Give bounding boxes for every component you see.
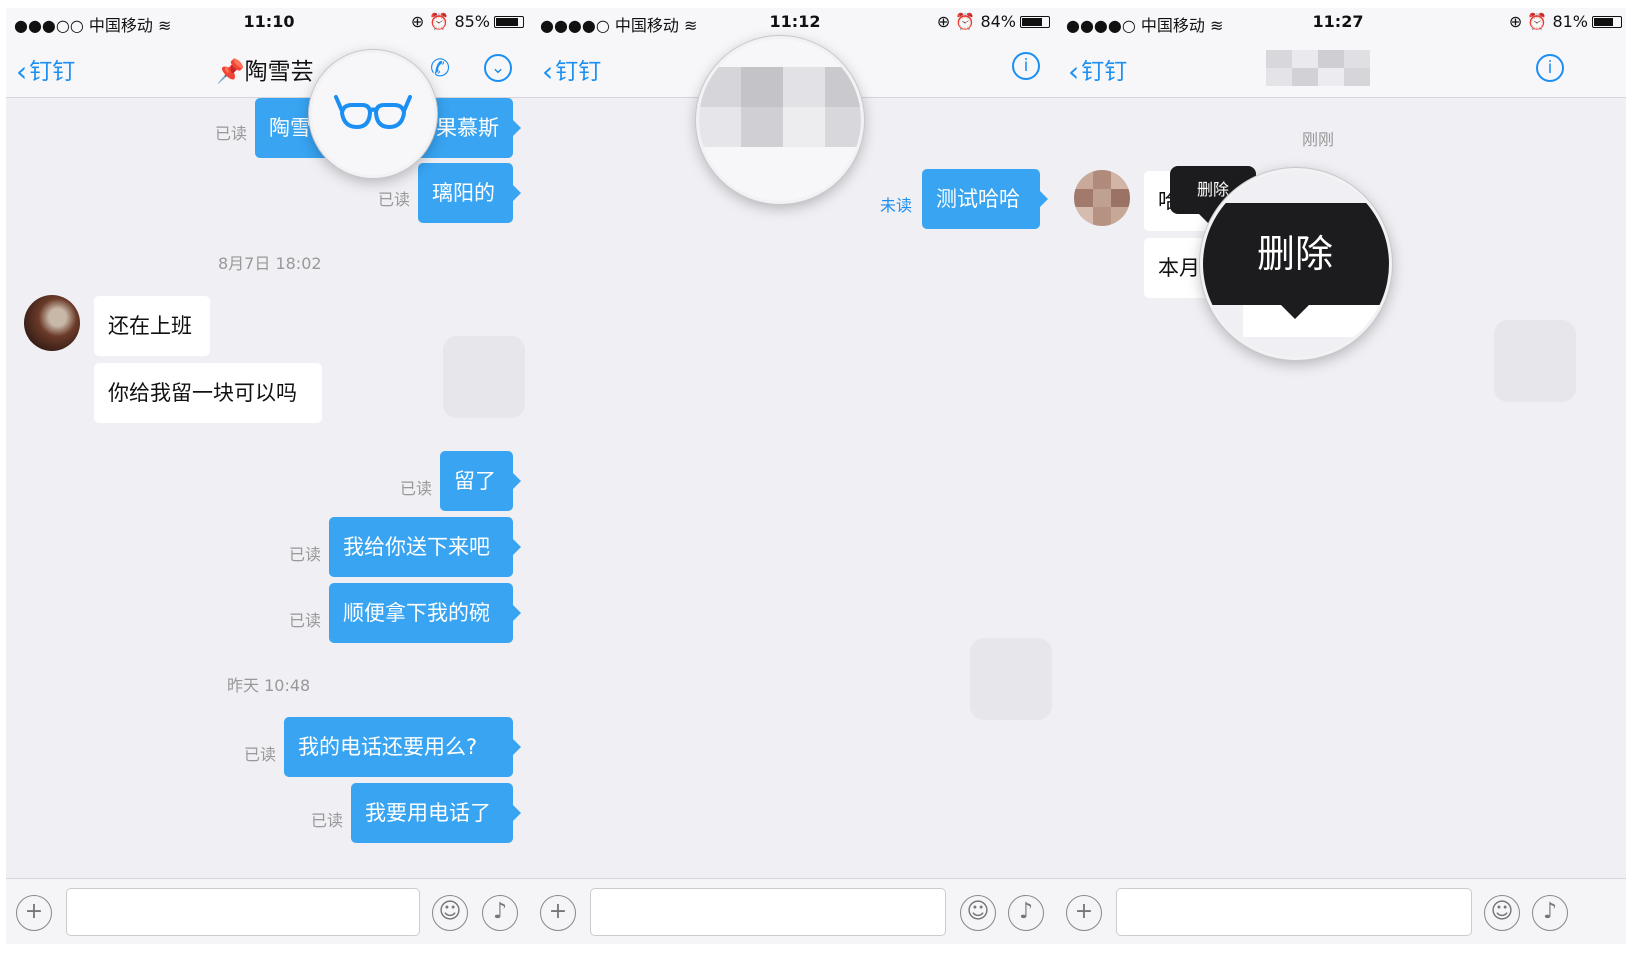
emoji-icon[interactable]: ☺	[960, 895, 996, 931]
back-label: 钉钉	[555, 59, 602, 85]
info-icon[interactable]: i	[1536, 54, 1564, 82]
magnifier-lens	[696, 36, 864, 204]
battery-percent: 84%	[980, 12, 1016, 31]
alarm-icon: ⏰	[429, 12, 450, 31]
chat-title: 陶雪芸	[244, 59, 314, 85]
battery-icon	[1020, 16, 1050, 28]
emoji-icon[interactable]: ☺	[432, 895, 468, 931]
message-input[interactable]	[590, 888, 946, 936]
message-bubble-out[interactable]: 测试哈哈	[922, 169, 1048, 229]
chat-screen-1: ●●●○○ 中国移动 ≋ 11:10 ⊕ ⏰ 85% ‹钉钉 📌陶雪芸 ✆ ⌄ …	[6, 8, 532, 944]
nav-bar: ‹钉钉 i	[1058, 38, 1626, 98]
orientation-lock-icon: ⊕	[410, 12, 425, 31]
chat-timestamp: 昨天 10:48	[227, 676, 311, 695]
chevron-down-circle-icon[interactable]: ⌄	[484, 54, 512, 82]
read-status: 已读	[244, 745, 277, 764]
magnifier-lens	[309, 50, 437, 178]
avatar[interactable]	[1074, 170, 1130, 226]
input-bar: + ☺ ♪	[532, 878, 1058, 944]
message-bubble-out[interactable]: 留了	[440, 451, 521, 511]
chat-timestamp: 8月7日 18:02	[218, 254, 322, 273]
chevron-left-icon: ‹	[16, 55, 28, 88]
pin-icon: 📌	[216, 59, 245, 85]
unread-status: 未读	[880, 196, 913, 215]
status-bar: ●●●●○ 中国移动 ≋ 11:27 ⊕ ⏰ 81%	[1058, 8, 1626, 38]
message-text: 陶雪	[269, 116, 311, 140]
message-bubble-out[interactable]: 我的电话还要用么?	[284, 717, 521, 777]
chevron-left-icon: ‹	[542, 55, 554, 88]
read-status: 已读	[289, 611, 322, 630]
plus-icon[interactable]: +	[16, 895, 52, 931]
message-bubble-out[interactable]: 璃阳的	[418, 163, 521, 223]
emoji-icon[interactable]: ☺	[1484, 895, 1520, 931]
read-status: 已读	[311, 811, 344, 830]
plus-icon[interactable]: +	[1066, 895, 1102, 931]
battery-percent: 85%	[454, 12, 490, 31]
phone-icon[interactable]: ✆	[430, 54, 450, 82]
input-bar: + ☺ ♪	[6, 878, 532, 944]
read-status: 已读	[378, 190, 411, 209]
status-bar: ●●●○○ 中国移动 ≋ 11:10 ⊕ ⏰ 85%	[6, 8, 532, 38]
back-label: 钉钉	[29, 59, 76, 85]
read-status: 已读	[215, 124, 248, 143]
message-text-tail: 果慕斯	[436, 116, 499, 140]
message-bubble-in[interactable]: 还在上班	[94, 296, 210, 356]
pixelated-title	[699, 67, 861, 147]
back-button[interactable]: ‹钉钉	[542, 52, 601, 88]
delete-tooltip-large[interactable]: 删除	[1203, 203, 1389, 319]
back-button[interactable]: ‹钉钉	[16, 52, 75, 88]
chevron-left-icon: ‹	[1068, 55, 1080, 88]
message-bubble-out[interactable]: 顺便拿下我的碗	[329, 583, 521, 643]
alarm-icon: ⏰	[1527, 12, 1548, 31]
alarm-icon: ⏰	[955, 12, 976, 31]
back-button[interactable]: ‹钉钉	[1068, 52, 1127, 88]
microphone-icon[interactable]: ♪	[482, 895, 518, 931]
microphone-icon[interactable]: ♪	[1008, 895, 1044, 931]
image-placeholder	[970, 638, 1052, 720]
microphone-icon[interactable]: ♪	[1532, 895, 1568, 931]
read-status: 已读	[400, 479, 433, 498]
battery-icon	[1592, 16, 1622, 28]
message-bubble-out[interactable]: 我要用电话了	[351, 783, 521, 843]
status-bar: ●●●●○ 中国移动 ≋ 11:12 ⊕ ⏰ 84%	[532, 8, 1058, 38]
battery-icon	[494, 16, 524, 28]
glasses-icon	[334, 95, 412, 130]
info-icon[interactable]: i	[1012, 52, 1040, 80]
image-placeholder	[443, 336, 525, 418]
read-status: 已读	[289, 545, 322, 564]
message-input[interactable]	[66, 888, 420, 936]
orientation-lock-icon: ⊕	[1508, 12, 1523, 31]
battery-percent: 81%	[1552, 12, 1588, 31]
chat-screen-3: ●●●●○ 中国移动 ≋ 11:27 ⊕ ⏰ 81% ‹钉钉 i 刚刚 哈 本月…	[1058, 8, 1626, 944]
message-bubble-in[interactable]: 你给我留一块可以吗	[94, 363, 322, 423]
message-input[interactable]	[1116, 888, 1472, 936]
message-bubble-out[interactable]: 我给你送下来吧	[329, 517, 521, 577]
chat-timestamp: 刚刚	[1302, 130, 1335, 149]
plus-icon[interactable]: +	[540, 895, 576, 931]
pixelated-title	[1266, 50, 1370, 86]
avatar[interactable]	[24, 295, 80, 351]
chat-screen-2: ●●●●○ 中国移动 ≋ 11:12 ⊕ ⏰ 84% ‹钉钉 i 未读 测试哈哈…	[532, 8, 1058, 944]
image-placeholder	[1494, 320, 1576, 402]
orientation-lock-icon: ⊕	[936, 12, 951, 31]
magnifier-lens: 删除	[1200, 168, 1392, 360]
back-label: 钉钉	[1081, 59, 1128, 85]
nav-bar: ‹钉钉 📌陶雪芸 ✆ ⌄	[6, 38, 532, 98]
input-bar: + ☺ ♪	[1058, 878, 1626, 944]
